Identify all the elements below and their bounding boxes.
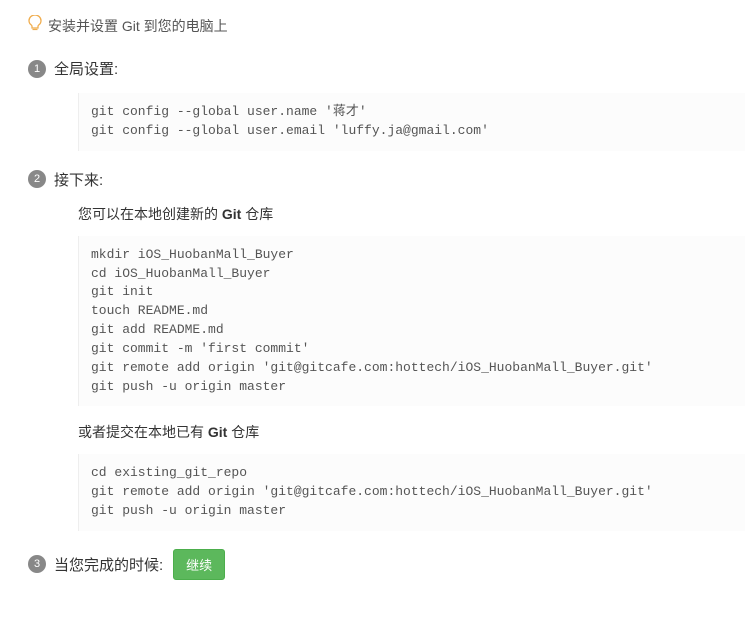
step-1-number: 1 — [28, 60, 46, 78]
step-1-header: 1 全局设置: — [28, 58, 745, 79]
lightbulb-icon — [28, 15, 42, 36]
subtext-2-after: 仓库 — [227, 424, 259, 440]
subtext-1-after: 仓库 — [241, 206, 273, 222]
step-2-title: 接下来: — [54, 169, 103, 190]
step-2: 2 接下来: 您可以在本地创建新的 Git 仓库 mkdir iOS_Huoba… — [28, 169, 745, 531]
subtext-2-bold: Git — [208, 424, 227, 440]
step-2-code-1[interactable]: mkdir iOS_HuobanMall_Buyer cd iOS_Huoban… — [78, 236, 745, 407]
intro-text: 安装并设置 Git 到您的电脑上 — [48, 16, 228, 36]
step-1-title: 全局设置: — [54, 58, 118, 79]
step-2-number: 2 — [28, 170, 46, 188]
step-2-subtext-2: 或者提交在本地已有 Git 仓库 — [78, 422, 745, 442]
step-2-header: 2 接下来: — [28, 169, 745, 190]
step-1-code[interactable]: git config --global user.name '蒋才' git c… — [78, 93, 745, 151]
step-3: 3 当您完成的时候: 继续 — [28, 549, 745, 580]
intro-line: 安装并设置 Git 到您的电脑上 — [28, 15, 745, 36]
continue-button[interactable]: 继续 — [173, 549, 225, 580]
step-2-subtext-1: 您可以在本地创建新的 Git 仓库 — [78, 204, 745, 224]
step-3-title: 当您完成的时候: — [54, 554, 163, 575]
subtext-2-before: 或者提交在本地已有 — [78, 424, 208, 440]
subtext-1-bold: Git — [222, 206, 241, 222]
step-1: 1 全局设置: git config --global user.name '蒋… — [28, 58, 745, 151]
step-3-number: 3 — [28, 555, 46, 573]
subtext-1-before: 您可以在本地创建新的 — [78, 206, 222, 222]
step-2-code-2[interactable]: cd existing_git_repo git remote add orig… — [78, 454, 745, 531]
